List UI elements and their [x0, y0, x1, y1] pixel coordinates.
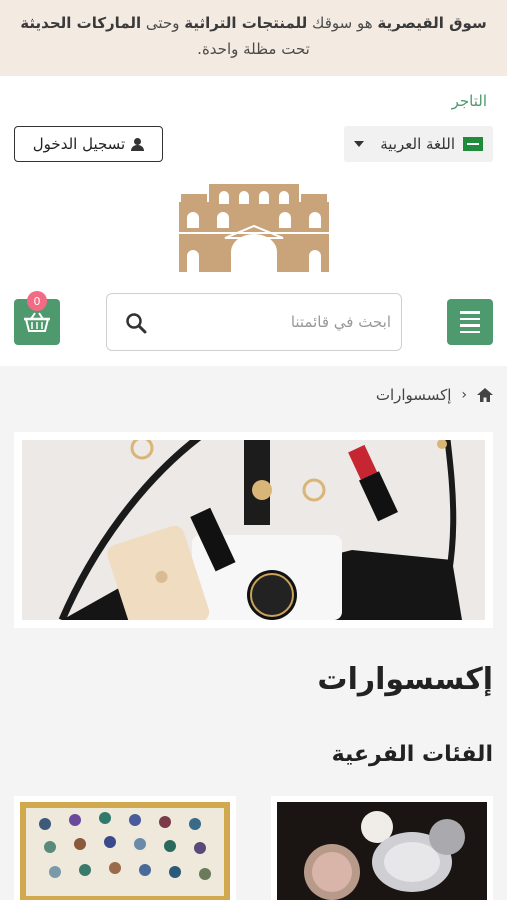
- cart-button[interactable]: 0: [14, 291, 60, 345]
- hamburger-icon: [460, 311, 480, 314]
- announcement-bar: سوق القيصرية هو سوقك للمنتجات التراثية و…: [0, 0, 507, 76]
- subcategory-card[interactable]: [271, 796, 493, 900]
- page-title: إكسسوارات: [317, 662, 493, 697]
- gemstone-rings-image: [20, 802, 230, 900]
- breadcrumb-current: إكسسوارات: [375, 386, 452, 404]
- home-icon[interactable]: [477, 388, 493, 402]
- caret-down-icon: [354, 141, 364, 147]
- subcategories-heading: الفئات الفرعية: [331, 742, 493, 767]
- language-label: اللغة العربية: [380, 135, 455, 153]
- hamburger-icon-bar: [460, 330, 480, 333]
- announcement-highlight-1: للمنتجات التراثية: [184, 14, 308, 32]
- accessories-banner-image: [22, 432, 485, 641]
- search-input[interactable]: [191, 294, 391, 349]
- announcement-line-1: سوق القيصرية هو سوقك للمنتجات التراثية و…: [14, 10, 493, 36]
- site-logo[interactable]: [179, 182, 329, 272]
- announcement-text: هو سوقك: [307, 14, 378, 32]
- search-icon[interactable]: [125, 312, 147, 334]
- search-box: [106, 293, 402, 351]
- jewelry-rings-image: [277, 802, 487, 900]
- breadcrumb: ‹ إكسسوارات: [376, 386, 493, 404]
- login-button[interactable]: تسجيل الدخول: [14, 126, 163, 162]
- announcement-text: وحتى: [141, 14, 185, 32]
- chevron-left-icon: ‹: [461, 387, 467, 403]
- announcement-brand: سوق القيصرية: [377, 14, 487, 32]
- cart-count-badge: 0: [27, 291, 47, 311]
- site-header: التاجر اللغة العربية تسجيل الدخول ابحث ف…: [0, 76, 507, 366]
- language-selector[interactable]: اللغة العربية: [344, 126, 493, 162]
- hamburger-icon-bar: [460, 317, 480, 320]
- announcement-line-2: تحت مظلة واحدة.: [197, 40, 310, 58]
- announcement-highlight-2: الماركات الحديثة: [20, 14, 142, 32]
- login-label: تسجيل الدخول: [32, 135, 126, 153]
- user-icon: [131, 137, 145, 151]
- menu-button[interactable]: [447, 299, 493, 345]
- saudi-flag-icon: [463, 137, 483, 151]
- subcategory-card[interactable]: [14, 796, 236, 900]
- category-banner: [14, 432, 493, 641]
- hamburger-icon-bar: [460, 324, 480, 327]
- merchant-link[interactable]: التاجر: [452, 92, 487, 110]
